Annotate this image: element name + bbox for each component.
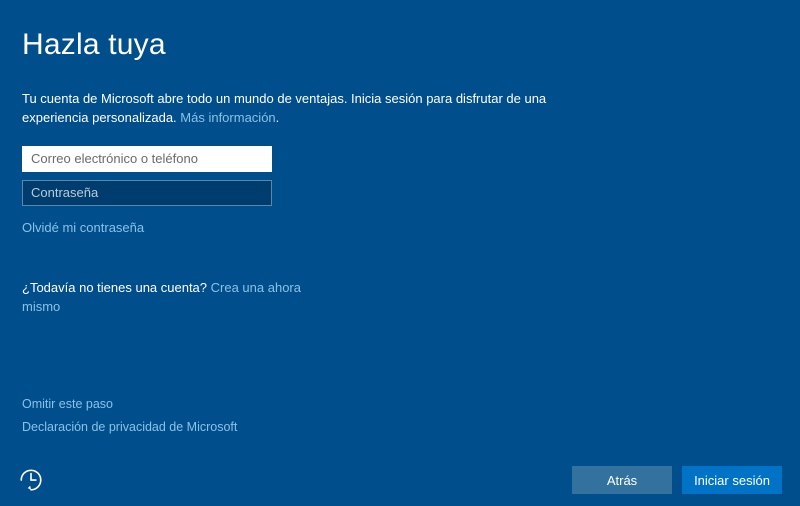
forgot-password-link[interactable]: Olvidé mi contraseña: [22, 220, 778, 235]
description-part-b: .: [276, 110, 280, 125]
privacy-link[interactable]: Declaración de privacidad de Microsoft: [22, 416, 237, 440]
back-button[interactable]: Atrás: [572, 466, 672, 494]
signin-form: Olvidé mi contraseña: [22, 146, 778, 235]
no-account-text: ¿Todavía no tienes una cuenta? Crea una …: [22, 279, 322, 317]
skip-step-link[interactable]: Omitir este paso: [22, 393, 237, 417]
description-part-a: Tu cuenta de Microsoft abre todo un mund…: [22, 91, 546, 125]
description-text: Tu cuenta de Microsoft abre todo un mund…: [22, 90, 562, 128]
footer-bar: Atrás Iniciar sesión: [0, 454, 800, 506]
password-field[interactable]: [22, 180, 272, 206]
page-title: Hazla tuya: [22, 28, 778, 62]
more-info-link[interactable]: Más información: [180, 110, 275, 125]
email-field[interactable]: [22, 146, 272, 172]
bottom-links: Omitir este paso Declaración de privacid…: [22, 393, 237, 441]
signin-button[interactable]: Iniciar sesión: [682, 466, 782, 494]
no-account-question: ¿Todavía no tienes una cuenta?: [22, 280, 211, 295]
ease-of-access-icon[interactable]: [18, 467, 44, 493]
